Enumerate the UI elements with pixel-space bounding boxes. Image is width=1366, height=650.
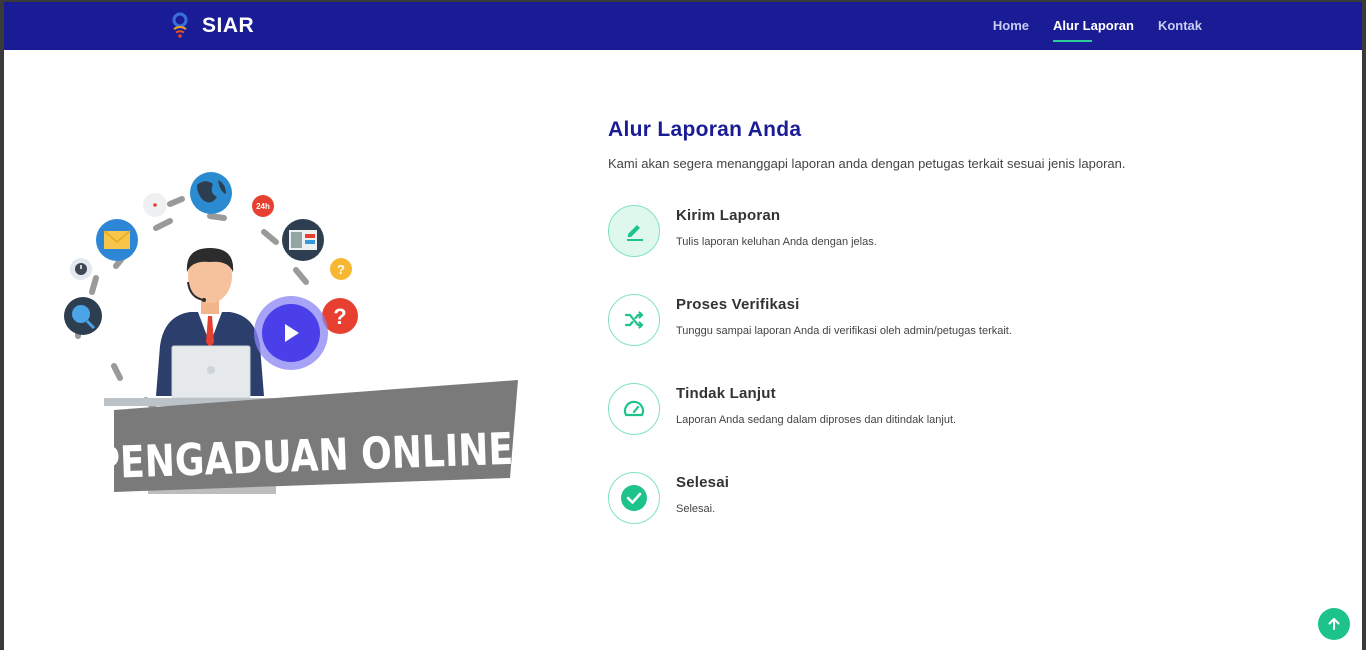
nav-kontak[interactable]: Kontak — [1158, 2, 1202, 50]
back-to-top-button[interactable] — [1318, 608, 1350, 640]
clock-icon — [70, 258, 92, 280]
steps-list: Kirim Laporan Tulis laporan keluhan Anda… — [608, 205, 1308, 561]
speedometer-icon — [608, 383, 660, 435]
24h-badge-icon: 24h — [252, 195, 274, 217]
laptop-icon — [104, 345, 274, 406]
step-item: Proses Verifikasi Tunggu sampai laporan … — [608, 294, 1308, 383]
step-item: Tindak Lanjut Laporan Anda sedang dalam … — [608, 383, 1308, 472]
pencil-icon — [608, 205, 660, 257]
report-flow-section: Alur Laporan Anda Kami akan segera menan… — [608, 118, 1308, 561]
brand-name: SIAR — [202, 14, 255, 37]
step-item: Selesai Selesai. — [608, 472, 1308, 561]
main-nav: Home Alur Laporan Kontak — [969, 2, 1202, 50]
nav-alur-laporan[interactable]: Alur Laporan — [1053, 2, 1134, 50]
magnifier-icon — [64, 297, 102, 335]
question-small-icon: ? — [330, 258, 352, 280]
step-description: Laporan Anda sedang dalam diproses dan d… — [676, 414, 957, 426]
svg-text:?: ? — [333, 304, 346, 329]
svg-text:?: ? — [337, 262, 345, 277]
section-description: Kami akan segera menanggapi laporan anda… — [608, 156, 1126, 171]
online-complaint-illustration: 24h ? ? PENGADUAN ONLINE — [64, 172, 518, 494]
step-title: Kirim Laporan — [676, 207, 781, 224]
location-pin-icon — [172, 12, 188, 38]
svg-text:24h: 24h — [256, 202, 270, 211]
shuffle-icon — [608, 294, 660, 346]
banner: PENGADUAN ONLINE — [93, 380, 518, 494]
envelope-icon — [96, 219, 138, 261]
check-circle-icon — [608, 472, 660, 524]
browser-window-icon — [282, 219, 324, 261]
step-item: Kirim Laporan Tulis laporan keluhan Anda… — [608, 205, 1308, 294]
dot-marker-icon — [143, 193, 167, 217]
page: SIAR Home Alur Laporan Kontak 24h ? ? PE… — [4, 2, 1362, 650]
step-title: Tindak Lanjut — [676, 385, 776, 402]
step-title: Proses Verifikasi — [676, 296, 800, 313]
arrow-up-icon — [1328, 618, 1340, 630]
navbar: SIAR Home Alur Laporan Kontak — [4, 2, 1362, 50]
step-title: Selesai — [676, 474, 730, 491]
section-title: Alur Laporan Anda — [608, 118, 802, 141]
play-video-button — [254, 296, 328, 370]
nav-home[interactable]: Home — [993, 2, 1029, 50]
step-description: Tunggu sampai laporan Anda di verifikasi… — [676, 325, 1012, 337]
brand-logo[interactable]: SIAR — [170, 12, 254, 40]
globe-icon — [190, 172, 232, 214]
step-description: Tulis laporan keluhan Anda dengan jelas. — [676, 236, 877, 248]
step-description: Selesai. — [676, 503, 716, 515]
